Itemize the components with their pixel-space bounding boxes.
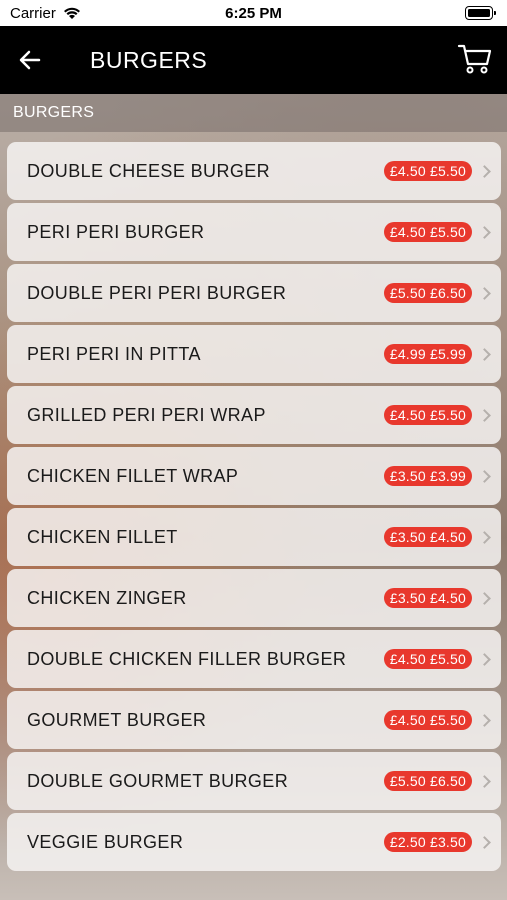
carrier-label: Carrier (10, 4, 56, 22)
chevron-right-icon (478, 286, 491, 300)
menu-item-name: DOUBLE PERI PERI BURGER (27, 282, 287, 303)
chevron-right-icon (478, 225, 491, 239)
menu-item-name: DOUBLE CHICKEN FILLER BURGER (27, 648, 347, 669)
price-badge: £4.50 £5.50 (383, 710, 472, 730)
nav-bar: BURGERS (0, 26, 507, 94)
menu-item[interactable]: CHICKEN FILLET £3.50 £4.50 (7, 508, 501, 566)
chevron-right-icon (478, 530, 491, 544)
menu-item-name: CHICKEN FILLET WRAP (27, 465, 239, 486)
price-badge: £2.50 £3.50 (383, 832, 472, 852)
price-badge: £4.99 £5.99 (383, 344, 472, 364)
page-title: BURGERS (90, 46, 208, 73)
battery-icon (465, 6, 496, 20)
status-bar: Carrier 6:25 PM (0, 0, 507, 26)
menu-item[interactable]: PERI PERI IN PITTA £4.99 £5.99 (7, 325, 501, 383)
shopping-cart-icon (457, 44, 492, 74)
status-left: Carrier (10, 5, 82, 22)
menu-item[interactable]: DOUBLE CHEESE BURGER £4.50 £5.50 (7, 142, 501, 200)
price-badge: £4.50 £5.50 (383, 161, 472, 181)
price-badge: £4.50 £5.50 (383, 649, 472, 669)
menu-item[interactable]: DOUBLE PERI PERI BURGER £5.50 £6.50 (7, 264, 501, 322)
chevron-right-icon (478, 347, 491, 361)
price-badge: £5.50 £6.50 (383, 771, 472, 791)
chevron-right-icon (478, 713, 491, 727)
chevron-right-icon (478, 408, 491, 422)
back-button[interactable] (0, 26, 60, 94)
chevron-right-icon (478, 164, 491, 178)
menu-item-name: DOUBLE GOURMET BURGER (27, 770, 289, 791)
menu-item[interactable]: CHICKEN ZINGER £3.50 £4.50 (7, 569, 501, 627)
price-badge: £5.50 £6.50 (383, 283, 472, 303)
price-badge: £4.50 £5.50 (383, 222, 472, 242)
menu-item-name: GRILLED PERI PERI WRAP (27, 404, 266, 425)
chevron-right-icon (478, 835, 491, 849)
menu-item-name: CHICKEN ZINGER (27, 587, 187, 608)
menu-item[interactable]: VEGGIE BURGER £2.50 £3.50 (7, 813, 501, 871)
price-badge: £3.50 £4.50 (383, 588, 472, 608)
cart-button[interactable] (457, 42, 493, 76)
menu-item-name: GOURMET BURGER (27, 709, 207, 730)
menu-item-name: VEGGIE BURGER (27, 831, 184, 852)
arrow-left-icon (19, 50, 41, 70)
menu-item[interactable]: DOUBLE GOURMET BURGER £5.50 £6.50 (7, 752, 501, 810)
menu-item-name: DOUBLE CHEESE BURGER (27, 160, 271, 181)
wifi-icon (63, 7, 80, 19)
chevron-right-icon (478, 469, 491, 483)
menu-item-name: PERI PERI BURGER (27, 221, 205, 242)
menu-item-name: PERI PERI IN PITTA (27, 343, 201, 364)
price-badge: £3.50 £3.99 (383, 466, 472, 486)
chevron-right-icon (478, 591, 491, 605)
menu-item[interactable]: DOUBLE CHICKEN FILLER BURGER £4.50 £5.50 (7, 630, 501, 688)
menu-content: BURGERS DOUBLE CHEESE BURGER £4.50 £5.50 P… (0, 94, 507, 900)
chevron-right-icon (478, 652, 491, 666)
menu-item-name: CHICKEN FILLET (27, 526, 178, 547)
menu-item[interactable]: CHICKEN FILLET WRAP £3.50 £3.99 (7, 447, 501, 505)
section-header: BURGERS (0, 94, 507, 132)
price-badge: £3.50 £4.50 (383, 527, 472, 547)
chevron-right-icon (478, 774, 491, 788)
menu-item[interactable]: PERI PERI BURGER £4.50 £5.50 (7, 203, 501, 261)
menu-item[interactable]: GOURMET BURGER £4.50 £5.50 (7, 691, 501, 749)
menu-item[interactable]: GRILLED PERI PERI WRAP £4.50 £5.50 (7, 386, 501, 444)
price-badge: £4.50 £5.50 (383, 405, 472, 425)
menu-list: DOUBLE CHEESE BURGER £4.50 £5.50 PERI PERI… (0, 132, 507, 871)
